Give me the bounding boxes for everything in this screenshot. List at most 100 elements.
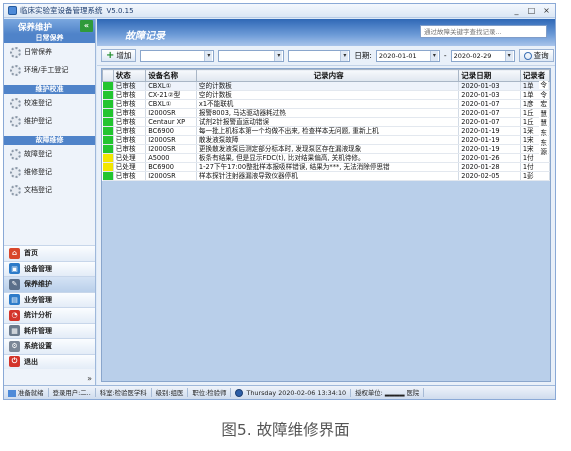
cell-recorder: 1付 [520, 162, 550, 172]
device-filter-select[interactable]: ▾ [218, 49, 285, 62]
cell-content: 样本探针注射器漏液导致仪器停机 [196, 171, 460, 181]
nav-item-home[interactable]: ⌂ 首页 [4, 245, 95, 261]
sidebar-item-environment-record[interactable]: 环境/手工登记 [4, 61, 95, 79]
status-icon [8, 389, 16, 397]
app-logo-icon [8, 6, 17, 15]
table-row[interactable]: 已审核 I2000SR 散发液泵故障 2020-01-19 1宋 [102, 135, 550, 145]
table-row[interactable]: 已处理 BC6900 1-27下午17:00整批样本报吸样错误, 结果为***, 无… [102, 162, 550, 172]
table-row[interactable]: 已审核 I2000SR 报警8003, 马达驱动器耗过热 2020-01-07 1丘 [102, 108, 550, 118]
nav-item-label: 保养维护 [24, 280, 52, 289]
cell-status: 已审核 [113, 126, 147, 136]
nav-item-exit[interactable]: ⏻ 退出 [4, 353, 95, 369]
sidebar-item-calibration[interactable]: 校准登记 [4, 94, 95, 112]
figure-caption: 图5. 故障维修界面 [221, 421, 350, 439]
maximize-button[interactable]: □ [527, 6, 536, 16]
cell-content: 空的计数板 [196, 90, 460, 100]
expand-more-icon[interactable]: » [87, 374, 92, 383]
app-window: 临床实验室设备管理系统 V5.0.15 _ □ × 保养维护 « 日常保养 日常… [3, 3, 556, 400]
sidebar-item-label: 维护登记 [24, 117, 52, 125]
cell-status: 已审核 [113, 117, 147, 127]
collapse-sidebar-icon[interactable]: « [80, 20, 93, 32]
cell-date: 2020-01-07 [458, 108, 521, 118]
nav-item-business[interactable]: ▤ 业务管理 [4, 291, 95, 307]
table-row[interactable]: 已审核 BC6900 每一批上机标本第一个均做不出来, 检查样本无问题, 重新上机 2… [102, 126, 550, 136]
cell-status: 已审核 [113, 90, 147, 100]
date-to-field[interactable]: 2020-02-29 ▾ [450, 49, 515, 62]
sidebar-item-daily-maintenance[interactable]: 日常保养 [4, 43, 95, 61]
cell-device: I2000SR [145, 108, 197, 118]
table-row[interactable]: 已处理 A5000 板条有结果, 但是显示FDC(t), 比对结果偏高, 关机待修。… [102, 153, 550, 163]
table-row[interactable]: 已审核 CBXL① x1不能联机 2020-01-07 1彦 [102, 99, 550, 109]
gear-icon [10, 115, 21, 127]
query-button[interactable]: 查询 [518, 49, 554, 62]
nav-item-parts[interactable]: ▦ 耗件管理 [4, 322, 95, 338]
status-filter-select[interactable]: ▾ [140, 49, 215, 62]
minimize-button[interactable]: _ [512, 6, 521, 16]
status-ready: 准备就绪 [4, 388, 49, 397]
status-color-mark [102, 99, 114, 109]
column-header-date[interactable]: 记录日期 [458, 69, 521, 82]
table-row[interactable]: 已审核 I2000SR 更换散发液泵后测定部分标本时, 发现泵区存在漏液现象 2020… [102, 144, 550, 154]
cell-content: 每一批上机标本第一个均做不出来, 检查样本无问题, 重新上机 [196, 126, 460, 136]
exit-icon: ⏻ [9, 356, 20, 368]
nav-item-label: 统计分析 [24, 311, 52, 320]
cell-device: A5000 [145, 153, 197, 163]
cell-status: 已处理 [113, 162, 147, 172]
cell-device: I2000SR [145, 144, 197, 154]
table-row[interactable]: 已审核 Centaur XP 试剂2针报警直运动错误 2020-01-07 1丘 [102, 117, 550, 127]
date-to-value: 2020-02-29 [453, 51, 492, 60]
date-from-field[interactable]: 2020-01-01 ▾ [375, 49, 440, 62]
column-header-recorder[interactable]: 记录者 [519, 69, 550, 82]
cell-date: 2020-01-19 [458, 126, 521, 136]
chevron-down-icon: ▾ [204, 50, 213, 61]
status-position: 职位:检验师 [188, 388, 232, 397]
status-color-mark [102, 108, 114, 118]
close-button[interactable]: × [542, 6, 551, 16]
cell-content: 更换散发液泵后测定部分标本时, 发现泵区存在漏液现象 [196, 144, 460, 154]
cell-device: I2000SR [145, 171, 197, 181]
status-color-mark [102, 81, 114, 91]
app-version: V5.0.15 [106, 6, 134, 15]
maintenance-icon: ✎ [9, 278, 20, 290]
window-controls: _ □ × [512, 6, 551, 16]
fault-records-grid: 状态 设备名称 记录内容 记录日期 记录者 已审核 CBXL① 空的计数板 2020-… [101, 68, 551, 382]
status-datetime: Thursday 2020-02-06 13:34:10 [231, 388, 352, 397]
cell-content: 散发液泵故障 [196, 135, 460, 145]
column-header-device[interactable]: 设备名称 [145, 69, 197, 82]
chevron-down-icon: ▾ [429, 50, 439, 61]
table-row[interactable]: 已审核 I2000SR 样本探针注射器漏液导致仪器停机 2020-02-05 1彭 [102, 171, 550, 181]
column-header-content[interactable]: 记录内容 [195, 69, 460, 82]
recorder-filter-select[interactable]: ▾ [288, 49, 351, 62]
app-title: 临床实验室设备管理系统 [20, 6, 103, 15]
page-header: 故障记录 [97, 19, 555, 46]
table-row[interactable]: 已审核 CX-21②型 空的计数板 2020-01-03 1单 [102, 90, 550, 100]
add-button[interactable]: + 增加 [101, 49, 137, 62]
sidebar-item-document-record[interactable]: 文档登记 [4, 181, 95, 199]
cell-date: 2020-01-07 [458, 117, 521, 127]
gear-icon [10, 64, 21, 76]
sidebar-group-title: 日常保养 [4, 34, 95, 43]
cell-content: 空的计数板 [196, 81, 460, 91]
settings-icon: ⚙ [9, 340, 20, 352]
column-header-status[interactable]: 状态 [112, 69, 147, 82]
status-color-mark [102, 117, 114, 127]
table-row[interactable]: 已审核 CBXL① 空的计数板 2020-01-03 1单 [102, 81, 550, 91]
nav-item-devices[interactable]: ▣ 设备管理 [4, 260, 95, 276]
sidebar-group-title: 维护校准 [4, 85, 95, 94]
search-icon [523, 51, 532, 60]
nav-item-settings[interactable]: ⚙ 系统设置 [4, 338, 95, 354]
cell-status: 已审核 [113, 81, 147, 91]
cell-date: 2020-01-07 [458, 99, 521, 109]
sidebar-item-repair-record[interactable]: 维修登记 [4, 163, 95, 181]
sidebar-item-fault-record[interactable]: 故障登记 [4, 145, 95, 163]
cell-device: I2000SR [145, 135, 197, 145]
sidebar-item-label: 校准登记 [24, 99, 52, 107]
sidebar-item-maintenance-record[interactable]: 维护登记 [4, 112, 95, 130]
search-input[interactable] [420, 25, 547, 38]
sidebar-title: 保养维护 [18, 22, 53, 33]
status-color-mark [102, 126, 114, 136]
nav-item-statistics[interactable]: ◔ 统计分析 [4, 307, 95, 323]
cell-date: 2020-02-05 [458, 171, 521, 181]
sidebar-item-label: 文档登记 [24, 186, 52, 194]
nav-item-maintenance[interactable]: ✎ 保养维护 [4, 276, 95, 292]
